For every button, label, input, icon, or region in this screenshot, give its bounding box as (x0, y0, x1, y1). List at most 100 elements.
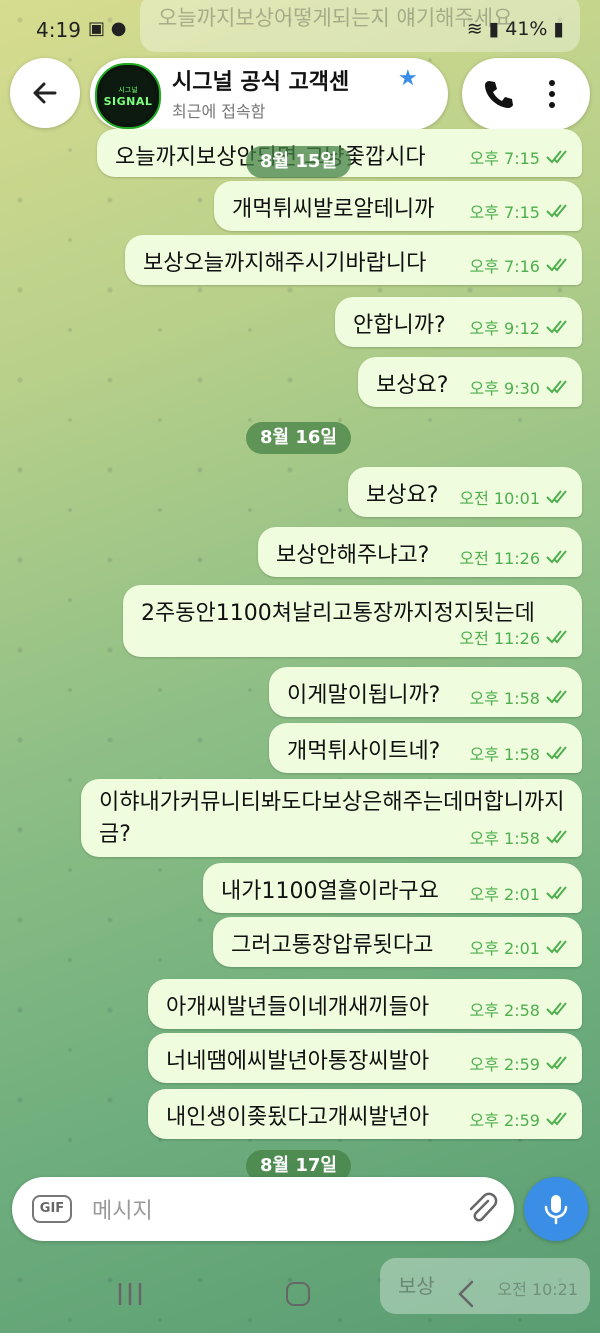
message-meta: 오전 11:26 (459, 545, 570, 569)
message-bubble[interactable]: 너네땜에씨발년아통장씨발아 오후 2:59 (148, 1033, 582, 1083)
message-time: 오후 9:12 (469, 319, 540, 338)
avatar-logo-text: SIGNAL (103, 94, 153, 108)
attach-icon[interactable] (464, 1191, 500, 1227)
message-bubble[interactable]: 보상요? 오후 9:30 (358, 357, 582, 407)
message-time: 오후 7:15 (469, 203, 540, 222)
message-text: 개먹튀씨발로알테니까 (232, 197, 435, 222)
microphone-icon (544, 1195, 568, 1225)
battery-icon: ▮ (553, 18, 564, 40)
message-text: 내인생이좆됬다고개씨발년아 (166, 1105, 430, 1130)
notification-icons: ▣ ● (88, 18, 127, 39)
message-time: 오후 2:59 (469, 1055, 540, 1074)
message-bubble[interactable]: 개먹튀사이트네? 오후 1:58 (269, 723, 582, 773)
message-text: 보상오늘까지해주시기바랍니다 (143, 251, 427, 276)
message-bubble[interactable]: 보상오늘까지해주시기바랍니다 오후 7:16 (125, 235, 582, 285)
read-check-icon (546, 940, 567, 954)
read-check-icon (546, 830, 567, 844)
message-bubble[interactable]: 보상안해주냐고? 오전 11:26 (258, 527, 582, 577)
read-check-icon (546, 150, 567, 164)
wifi-icon: ≋ (466, 18, 483, 40)
message-text: 2주동안1100쳐날리고통장까지정지됫는데 (141, 601, 535, 626)
system-back-icon[interactable] (456, 1279, 476, 1309)
home-icon[interactable] (286, 1282, 310, 1306)
message-meta: 오후 2:01 (470, 935, 570, 959)
message-bubble[interactable]: 이햐내가커뮤니티봐도다보상은해주는데머합니까지금? 오후 1:58 (81, 779, 582, 857)
avatar[interactable]: 시그널 SIGNAL (95, 63, 161, 129)
message-text: 개먹튀사이트네? (287, 739, 441, 764)
read-check-icon (546, 380, 567, 394)
message-time: 오전 11:26 (459, 629, 540, 648)
message-time: 오후 1:58 (469, 829, 540, 848)
back-button[interactable] (10, 58, 80, 128)
message-text: 보상요? (376, 373, 449, 398)
message-time: 오후 2:59 (469, 1111, 540, 1130)
read-check-icon (546, 320, 567, 334)
battery-level: 41% (505, 18, 548, 40)
date-separator: 8월 16일 (246, 422, 351, 454)
message-text: 안합니까? (353, 313, 446, 338)
message-bubble[interactable]: 내인생이좆됬다고개씨발년아 오후 2:59 (148, 1089, 582, 1139)
last-seen-status: 최근에 접속함 (172, 102, 266, 121)
message-bubble[interactable]: 내가1100열흘이라구요 오후 2:01 (203, 863, 582, 913)
recent-apps-icon[interactable] (116, 1281, 144, 1307)
back-arrow-icon (33, 82, 57, 104)
read-check-icon (546, 630, 567, 644)
chat-title: 시그널 공식 고객센 (172, 70, 350, 95)
message-time: 오전 11:26 (459, 549, 540, 568)
status-time: 4:19 (36, 18, 81, 42)
message-meta: 오후 2:01 (470, 881, 570, 905)
message-bubble[interactable]: 안합니까? 오후 9:12 (335, 297, 582, 347)
avatar-small-text: 시그널 (118, 85, 138, 94)
message-time: 오후 9:30 (469, 379, 540, 398)
message-input[interactable]: 메시지 (92, 1193, 153, 1225)
signal-icon: ▮ (488, 18, 500, 40)
message-time: 오후 1:58 (469, 689, 540, 708)
message-bubble[interactable]: 개먹튀씨발로알테니까 오후 7:15 (214, 181, 582, 231)
date-separator: 8월 15일 (246, 146, 351, 178)
message-text: 그러고통장압류됫다고 (231, 933, 434, 958)
message-meta: 오후 2:59 (470, 1051, 570, 1075)
voice-record-button[interactable] (524, 1177, 588, 1241)
message-meta: 오후 2:58 (470, 997, 570, 1021)
message-meta: 오후 2:59 (470, 1107, 570, 1131)
message-meta: 오후 9:12 (470, 315, 570, 339)
read-check-icon (546, 258, 567, 272)
phone-icon[interactable] (480, 76, 516, 112)
message-bubble[interactable]: 그러고통장압류됫다고 오후 2:01 (213, 917, 582, 967)
message-composer: GIF 메시지 (12, 1177, 514, 1241)
chat-header[interactable]: 시그널 SIGNAL 시그널 공식 고객센 ★ 최근에 접속함 (90, 58, 448, 130)
message-text: 내가1100열흘이라구요 (221, 879, 439, 904)
read-check-icon (546, 204, 567, 218)
message-time: 오후 1:58 (469, 745, 540, 764)
message-time: 오후 7:16 (469, 257, 540, 276)
message-text: 이게말이됩니까? (287, 683, 441, 708)
read-check-icon (546, 1002, 567, 1016)
read-check-icon (546, 746, 567, 760)
read-check-icon (546, 550, 567, 564)
message-bubble[interactable]: 2주동안1100쳐날리고통장까지정지됫는데 오전 11:26 (123, 585, 582, 657)
read-check-icon (546, 1056, 567, 1070)
read-check-icon (546, 690, 567, 704)
status-bar: 오늘까지보상어떻게되는지 얘기해주세요 4:19 ▣ ● ≋ ▮ 41% ▮ (0, 0, 600, 60)
message-text: 너네땜에씨발년아통장씨발아 (166, 1049, 430, 1074)
header-actions (462, 58, 590, 130)
gif-icon[interactable]: GIF (32, 1195, 72, 1223)
message-bubble[interactable]: 보상요? 오전 10:01 (348, 467, 582, 517)
ghost-message-text: 오늘까지보상어떻게되는지 얘기해주세요 (158, 6, 513, 30)
read-check-icon (546, 1112, 567, 1126)
message-bubble[interactable]: 아개씨발년들이네개새끼들아 오후 2:58 (148, 979, 582, 1029)
message-time: 오후 2:01 (469, 939, 540, 958)
message-meta: 오후 1:58 (470, 741, 570, 765)
message-meta: 오후 1:58 (470, 825, 570, 849)
read-check-icon (546, 490, 567, 504)
message-meta: 오후 1:58 (470, 685, 570, 709)
message-meta: 오후 7:16 (470, 253, 570, 277)
message-text: 보상요? (366, 483, 439, 508)
message-meta: 오후 7:15 (470, 199, 570, 223)
more-menu-icon[interactable] (542, 76, 562, 112)
message-bubble[interactable]: 이게말이됩니까? 오후 1:58 (269, 667, 582, 717)
message-time: 오후 7:15 (469, 149, 540, 168)
message-text: 보상안해주냐고? (276, 543, 430, 568)
message-time: 오후 2:01 (469, 885, 540, 904)
message-meta: 오후 7:15 (470, 145, 570, 169)
